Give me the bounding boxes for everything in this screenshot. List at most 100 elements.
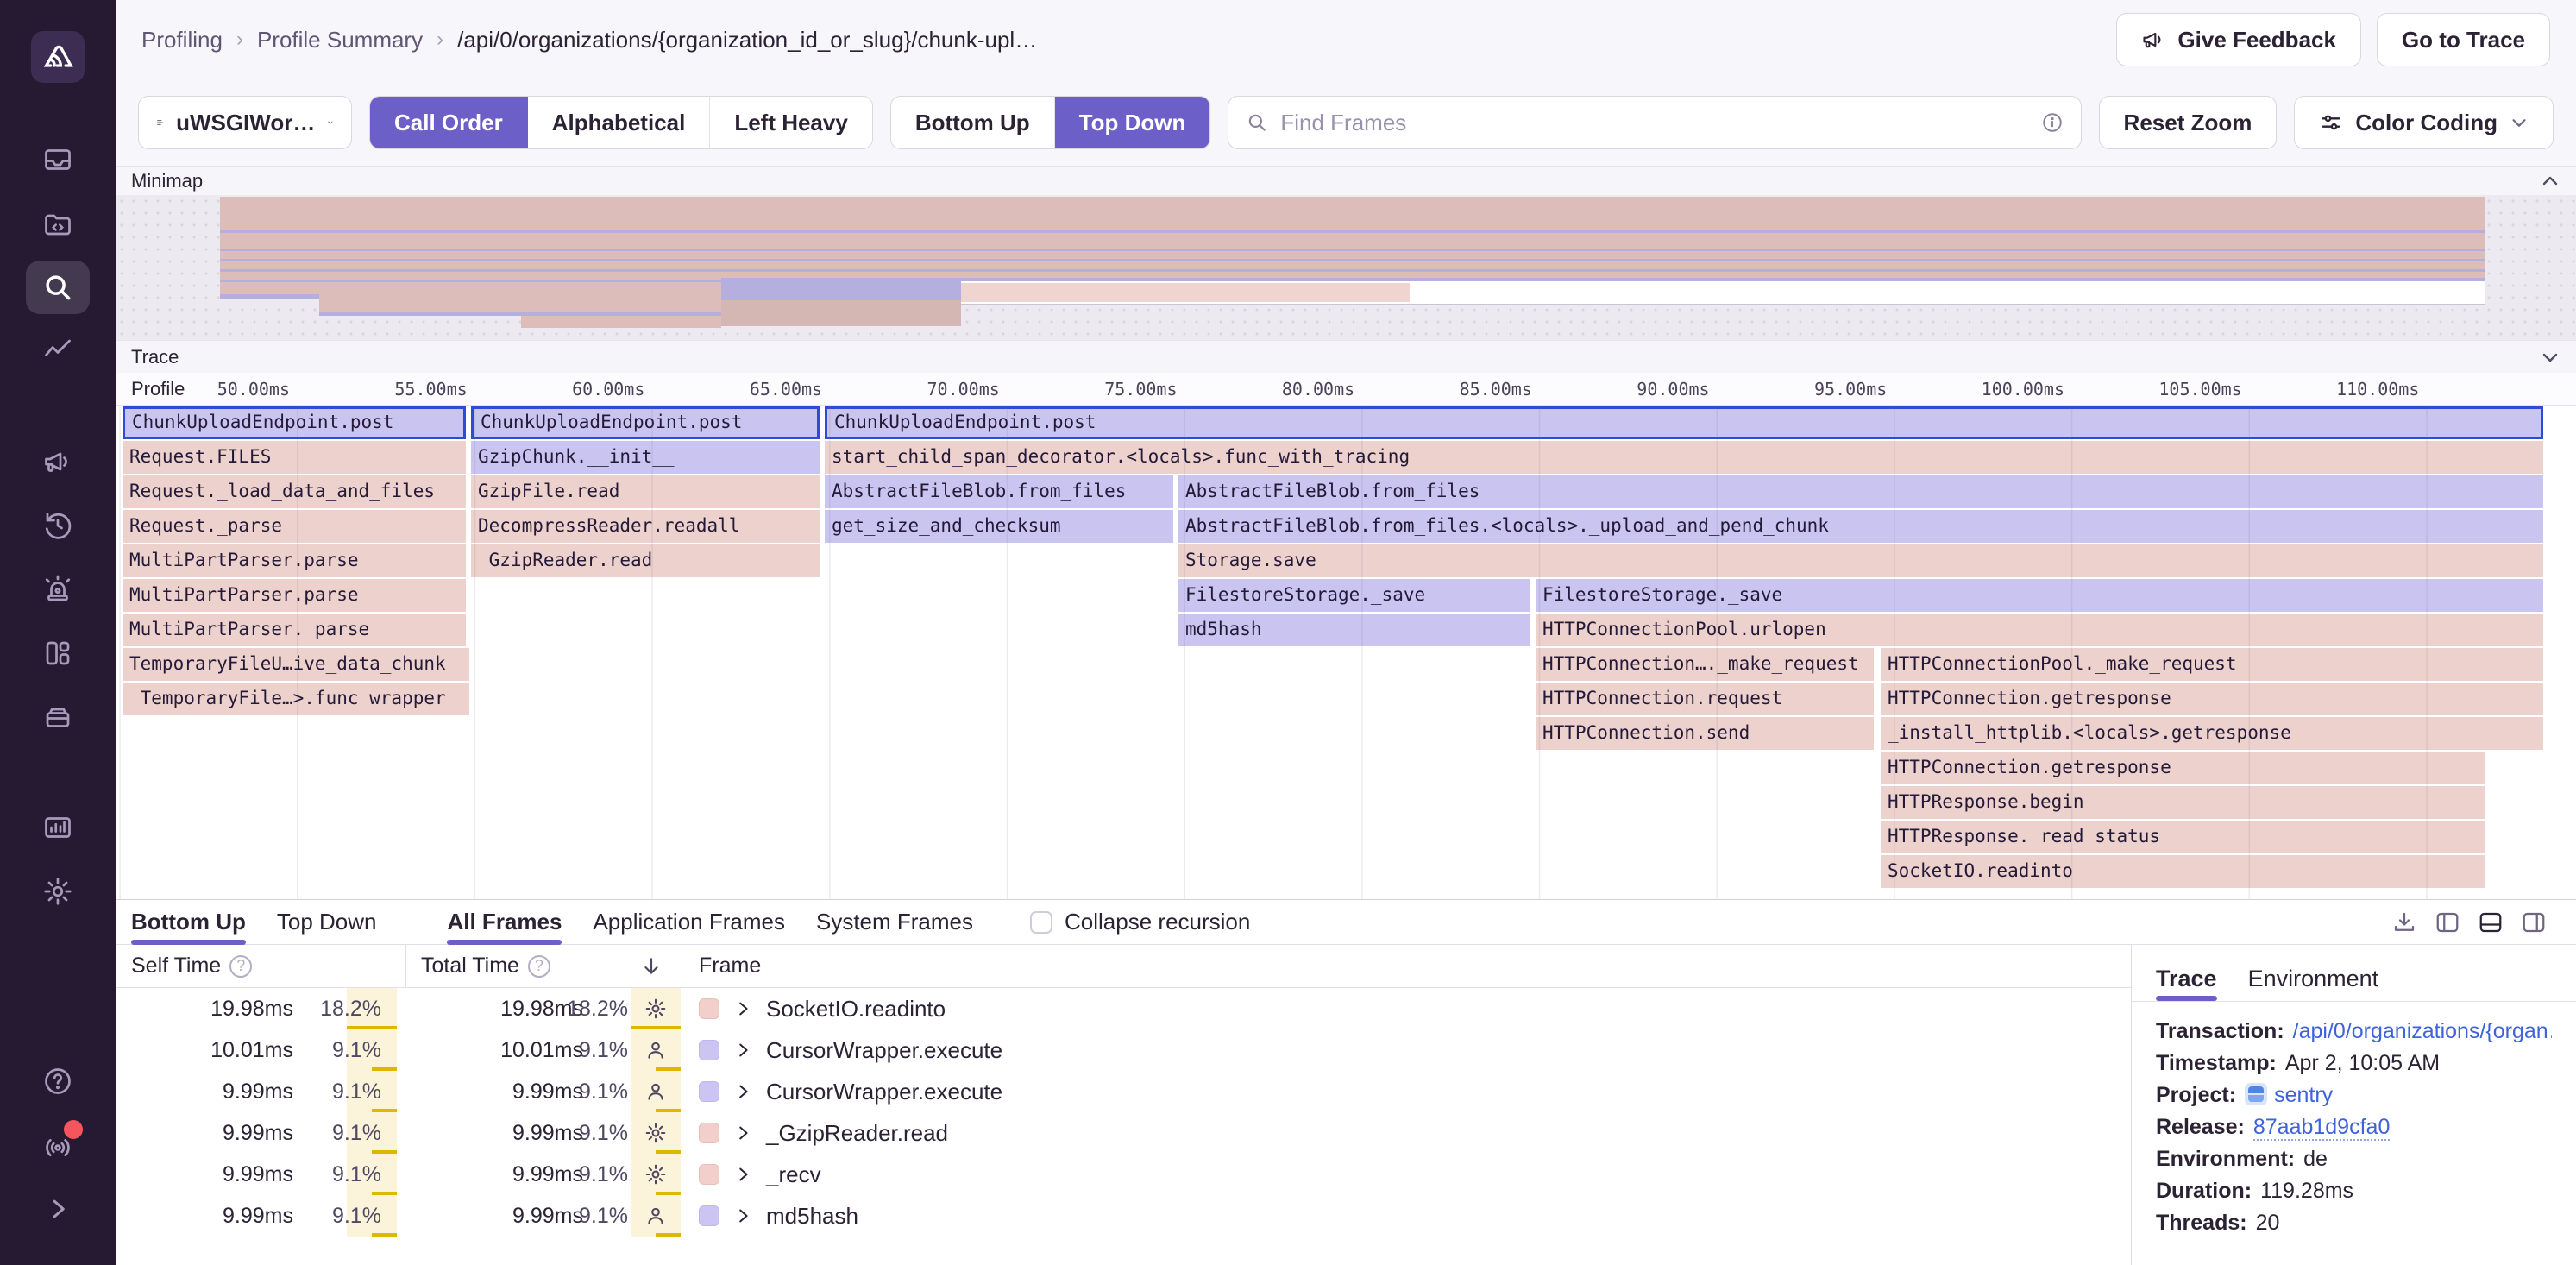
find-frames-search[interactable]: [1228, 96, 2081, 149]
flame-frame[interactable]: HTTPConnection.getresponse: [1881, 683, 2543, 715]
frame-name[interactable]: SocketIO.readinto: [766, 996, 946, 1023]
sort-call-order-button[interactable]: Call Order: [370, 97, 528, 148]
flame-frame[interactable]: ChunkUploadEndpoint.post: [471, 406, 820, 439]
flame-frame[interactable]: ChunkUploadEndpoint.post: [123, 406, 466, 439]
frame-name[interactable]: _recv: [766, 1161, 821, 1188]
table-row[interactable]: 9.99ms9.1%9.99ms9.1%_GzipReader.read: [116, 1112, 2131, 1154]
sidebar-item-releases[interactable]: [26, 690, 90, 744]
frame-name[interactable]: _GzipReader.read: [766, 1120, 948, 1147]
flame-frame[interactable]: HTTPConnection…._make_request: [1536, 648, 1874, 681]
flame-frame[interactable]: GzipFile.read: [471, 475, 820, 508]
tab-all-frames[interactable]: All Frames: [447, 900, 562, 945]
sidebar-item-feedback[interactable]: [26, 435, 90, 488]
sidebar-item-stats[interactable]: [26, 801, 90, 854]
table-row[interactable]: 19.98ms18.2%19.98ms18.2%SocketIO.readint…: [116, 988, 2131, 1029]
sidebar-expand-button[interactable]: [26, 1182, 90, 1236]
download-icon[interactable]: [2391, 909, 2417, 935]
flame-frame[interactable]: MultiPartParser.parse: [123, 544, 466, 577]
flame-frame[interactable]: HTTPConnectionPool.urlopen: [1536, 614, 2543, 646]
expand-chevron-icon[interactable]: [733, 1123, 752, 1142]
expand-chevron-icon[interactable]: [733, 1082, 752, 1101]
sidebar-item-alerts[interactable]: [26, 563, 90, 616]
direction-top-down-button[interactable]: Top Down: [1055, 97, 1210, 148]
collapse-minimap-button[interactable]: [2540, 171, 2560, 192]
sidebar-item-help[interactable]: [26, 1054, 90, 1108]
flame-frame[interactable]: _GzipReader.read: [471, 544, 820, 577]
breadcrumb-profile-summary[interactable]: Profile Summary: [257, 27, 423, 53]
column-self-time[interactable]: Self Time ?: [131, 953, 252, 979]
details-field-value[interactable]: /api/0/organizations/{organ…: [2293, 1019, 2552, 1043]
flame-frame[interactable]: Request._load_data_and_files: [123, 475, 466, 508]
sort-left-heavy-button[interactable]: Left Heavy: [710, 97, 872, 148]
details-tab-trace[interactable]: Trace: [2156, 957, 2217, 1001]
flame-frame[interactable]: TemporaryFileU…ive_data_chunk: [123, 648, 469, 681]
breadcrumb-profiling[interactable]: Profiling: [141, 27, 223, 53]
flame-frame[interactable]: start_child_span_decorator.<locals>.func…: [825, 441, 2543, 474]
table-row[interactable]: 9.99ms9.1%9.99ms9.1%md5hash: [116, 1195, 2131, 1237]
reset-zoom-button[interactable]: Reset Zoom: [2099, 96, 2278, 149]
frame-name[interactable]: md5hash: [766, 1203, 858, 1230]
table-row[interactable]: 9.99ms9.1%9.99ms9.1%CursorWrapper.execut…: [116, 1071, 2131, 1112]
direction-bottom-up-button[interactable]: Bottom Up: [891, 97, 1055, 148]
layout-left-icon[interactable]: [2435, 909, 2460, 935]
sidebar-item-settings[interactable]: [26, 865, 90, 918]
flame-frame[interactable]: HTTPConnection.request: [1536, 683, 1874, 715]
layout-bottom-icon[interactable]: [2478, 909, 2504, 935]
flame-frame[interactable]: Request.FILES: [123, 441, 466, 474]
go-to-trace-button[interactable]: Go to Trace: [2377, 13, 2550, 66]
tab-top-down[interactable]: Top Down: [277, 900, 377, 945]
flame-frame[interactable]: _install_httplib.<locals>.getresponse: [1881, 717, 2543, 750]
flame-frame[interactable]: ChunkUploadEndpoint.post: [825, 406, 2543, 439]
color-coding-button[interactable]: Color Coding: [2294, 96, 2554, 149]
details-field-value[interactable]: 87aab1d9cfa0: [2253, 1115, 2390, 1141]
column-frame[interactable]: Frame: [699, 953, 761, 979]
flame-frame[interactable]: HTTPConnection.getresponse: [1881, 752, 2485, 784]
flame-frame[interactable]: AbstractFileBlob.from_files: [825, 475, 1173, 508]
layout-right-icon[interactable]: [2521, 909, 2547, 935]
thread-selector[interactable]: uWSGIWor…: [138, 96, 352, 149]
collapse-trace-button[interactable]: [2540, 347, 2560, 368]
expand-chevron-icon[interactable]: [733, 1165, 752, 1184]
flame-frame[interactable]: MultiPartParser.parse: [123, 579, 466, 612]
column-total-time[interactable]: Total Time ?: [421, 953, 550, 979]
flame-frame[interactable]: AbstractFileBlob.from_files.<locals>._up…: [1178, 510, 2543, 543]
flame-frame[interactable]: FilestoreStorage._save: [1536, 579, 2543, 612]
flame-frame[interactable]: FilestoreStorage._save: [1178, 579, 1530, 612]
flame-frame[interactable]: _TemporaryFile…>.func_wrapper: [123, 683, 469, 715]
sidebar-item-projects[interactable]: [26, 197, 90, 250]
flame-frame[interactable]: HTTPResponse.begin: [1881, 786, 2485, 819]
sidebar-item-explore[interactable]: [26, 261, 90, 314]
sidebar-item-replays[interactable]: [26, 499, 90, 552]
sort-descending-icon[interactable]: [640, 955, 663, 978]
minimap[interactable]: [116, 195, 2576, 340]
frame-name[interactable]: CursorWrapper.execute: [766, 1037, 1002, 1064]
flame-graph[interactable]: ChunkUploadEndpoint.postChunkUploadEndpo…: [116, 406, 2576, 899]
expand-chevron-icon[interactable]: [733, 1041, 752, 1060]
sentry-logo[interactable]: [31, 31, 85, 83]
tab-application-frames[interactable]: Application Frames: [593, 900, 785, 945]
table-row[interactable]: 10.01ms9.1%10.01ms9.1%CursorWrapper.exec…: [116, 1029, 2131, 1071]
info-icon[interactable]: [2041, 111, 2064, 134]
sidebar-item-whats-new[interactable]: [26, 1118, 90, 1172]
collapse-recursion-checkbox[interactable]: [1030, 911, 1052, 934]
tab-bottom-up[interactable]: Bottom Up: [131, 900, 246, 945]
flame-frame[interactable]: MultiPartParser._parse: [123, 614, 466, 646]
flame-frame[interactable]: HTTPConnectionPool._make_request: [1881, 648, 2543, 681]
find-frames-input[interactable]: [1280, 110, 2028, 136]
flame-frame[interactable]: md5hash: [1178, 614, 1530, 646]
give-feedback-button[interactable]: Give Feedback: [2116, 13, 2361, 66]
sort-alphabetical-button[interactable]: Alphabetical: [528, 97, 711, 148]
sidebar-item-issues[interactable]: [26, 133, 90, 186]
sidebar-item-dashboards[interactable]: [26, 626, 90, 680]
flame-frame[interactable]: Request._parse: [123, 510, 466, 543]
flame-frame[interactable]: HTTPResponse._read_status: [1881, 821, 2485, 853]
expand-chevron-icon[interactable]: [733, 999, 752, 1018]
flame-frame[interactable]: AbstractFileBlob.from_files: [1178, 475, 2543, 508]
tab-system-frames[interactable]: System Frames: [816, 900, 973, 945]
flame-frame[interactable]: GzipChunk.__init__: [471, 441, 820, 474]
table-row[interactable]: 9.99ms9.1%9.99ms9.1%_recv: [116, 1154, 2131, 1195]
flame-frame[interactable]: get_size_and_checksum: [825, 510, 1173, 543]
flame-frame[interactable]: Storage.save: [1178, 544, 2543, 577]
sidebar-item-insights[interactable]: [26, 324, 90, 378]
flame-frame[interactable]: DecompressReader.readall: [471, 510, 820, 543]
